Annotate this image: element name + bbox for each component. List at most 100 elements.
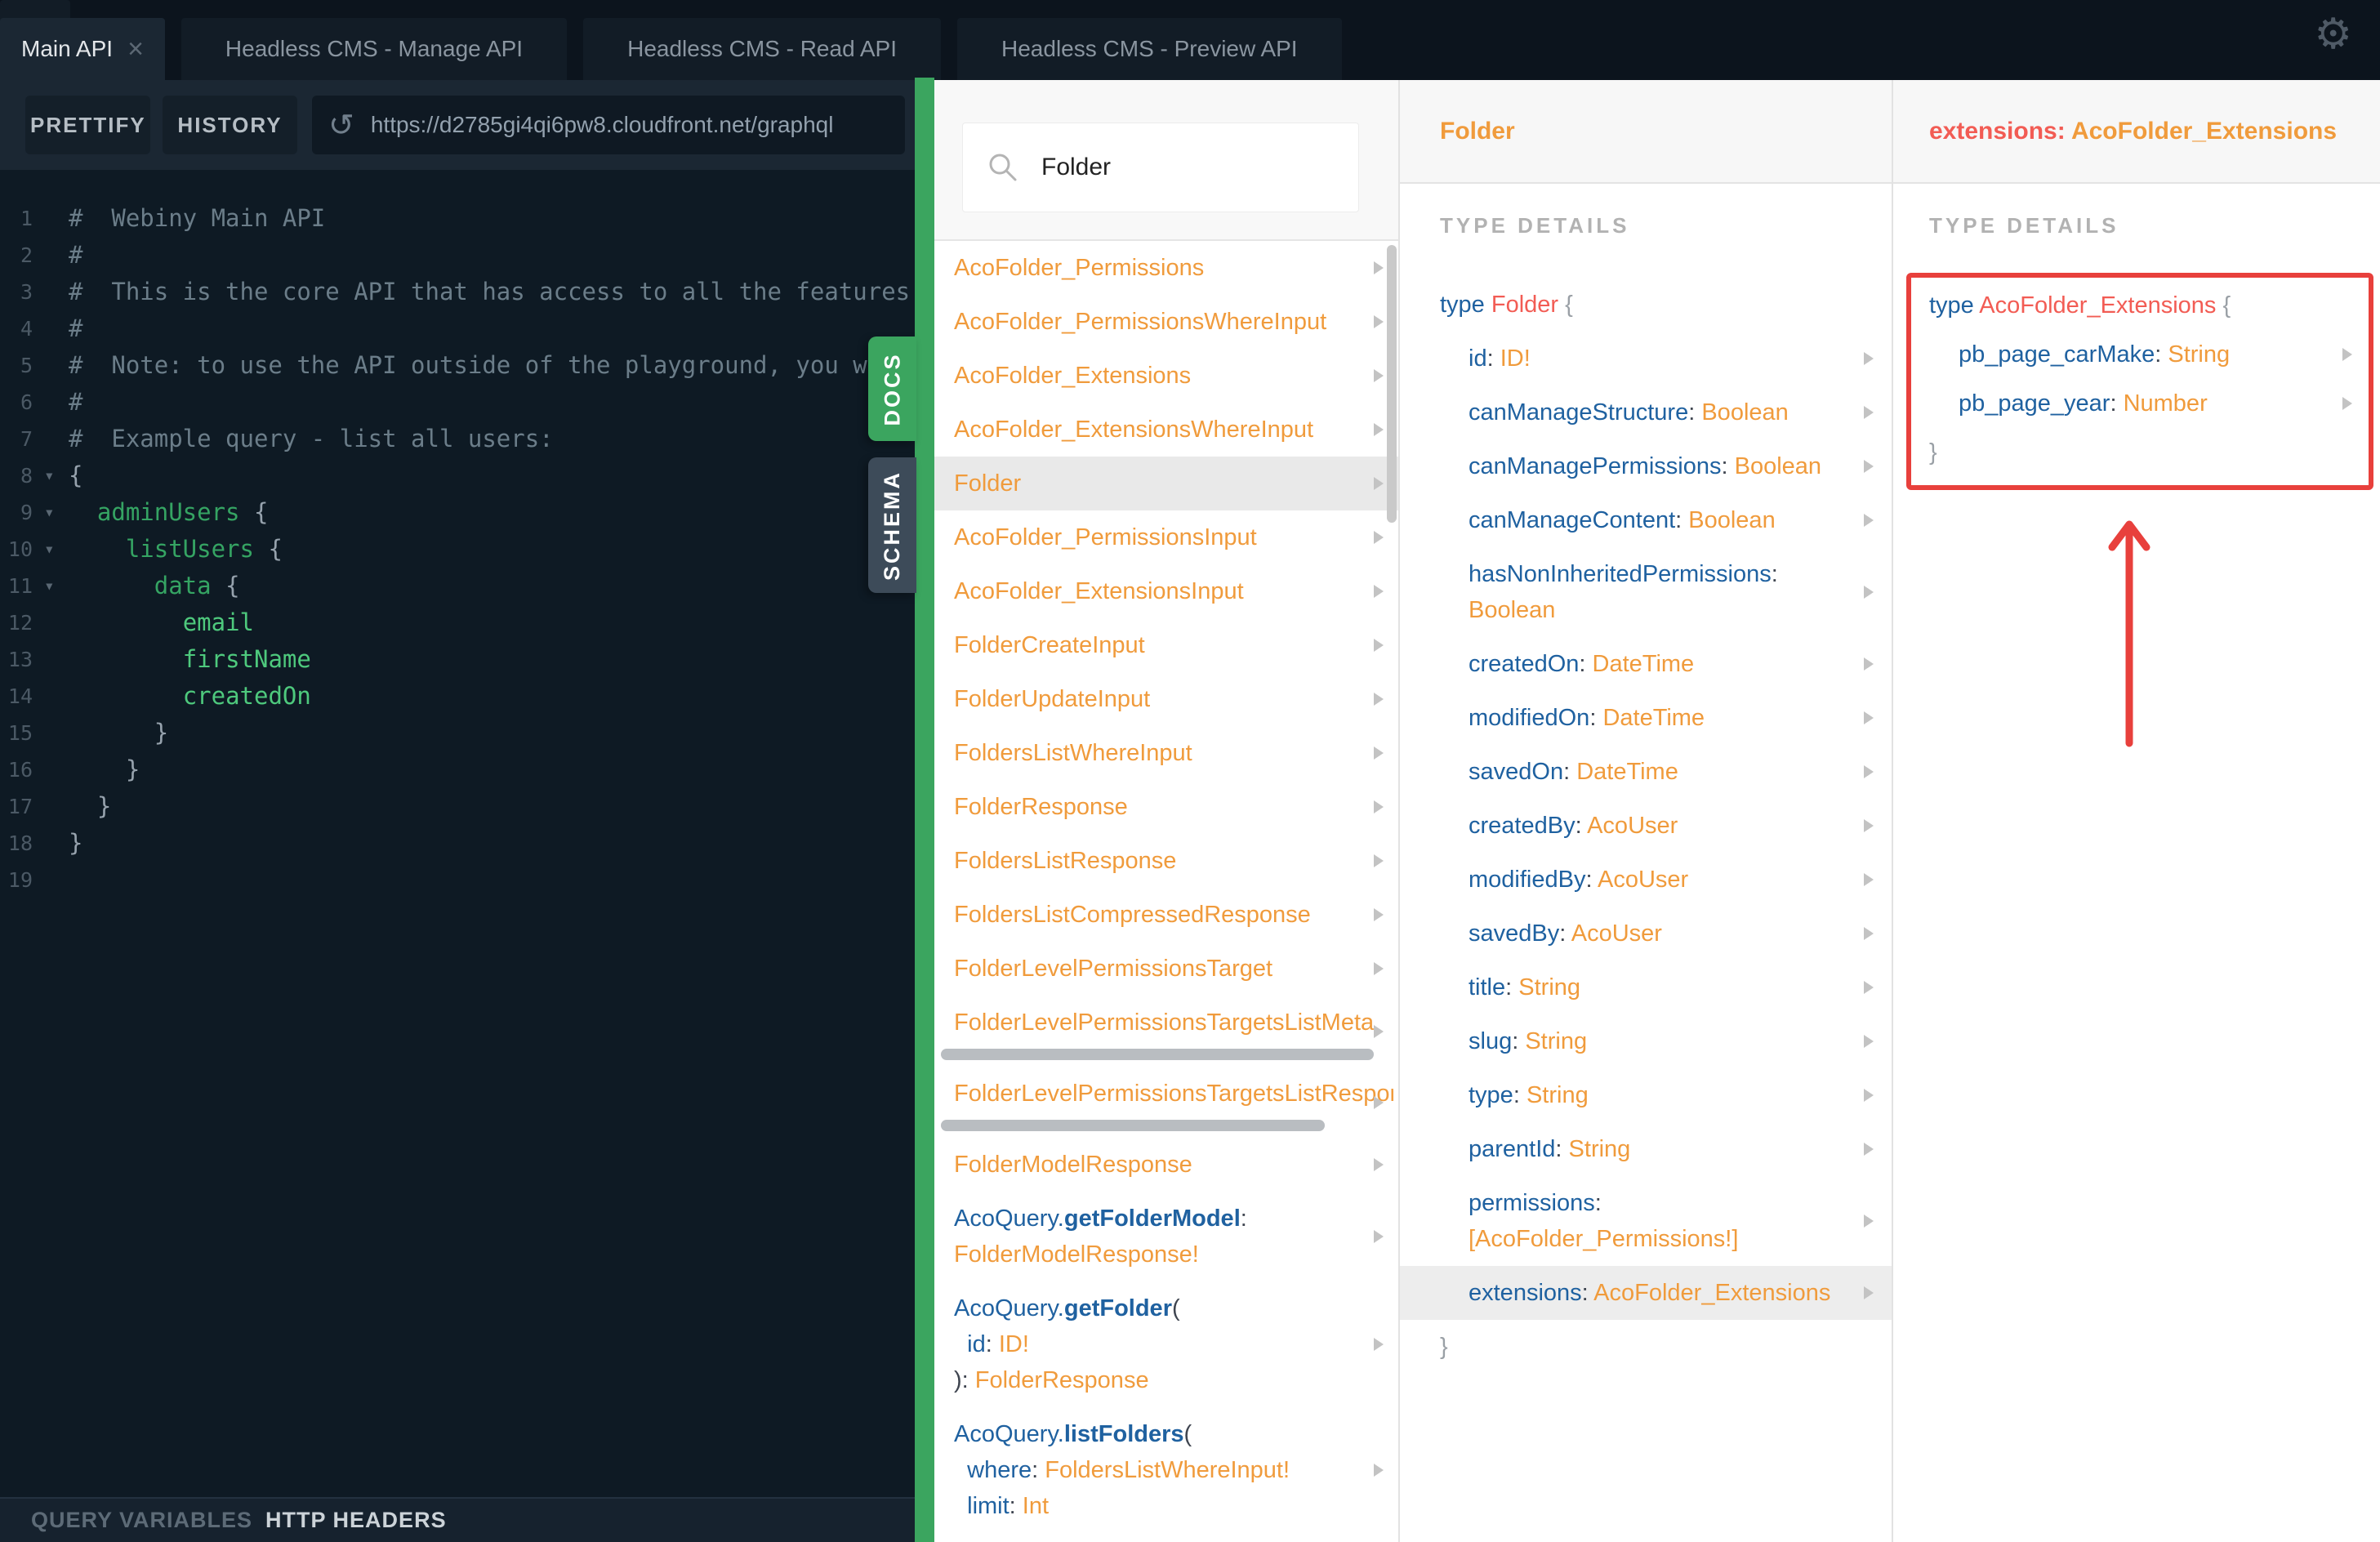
type-field-row[interactable]: } bbox=[1911, 428, 2369, 477]
line-number: 15 bbox=[7, 721, 33, 745]
docs-panel-divider[interactable] bbox=[915, 78, 934, 1542]
type-field-text: type AcoFolder_Extensions { bbox=[1929, 292, 2231, 319]
type-list-item[interactable]: AcoFolder_ExtensionsInput bbox=[934, 564, 1398, 618]
chevron-right-icon bbox=[1864, 1214, 1874, 1228]
type-list-item-label: AcoFolder_ExtensionsWhereInput bbox=[954, 417, 1314, 443]
fold-arrow-icon[interactable]: ▾ bbox=[44, 531, 55, 568]
endpoint-url-input[interactable] bbox=[368, 111, 889, 139]
type-field-row[interactable]: extensions: AcoFolder_Extensions bbox=[1400, 1266, 1892, 1320]
type-list-item[interactable]: AcoFolder_Extensions bbox=[934, 349, 1398, 403]
docs-tab[interactable]: DOCS bbox=[868, 336, 916, 441]
code-text: listUsers { bbox=[125, 535, 283, 563]
type-list-item[interactable]: FoldersListResponse bbox=[934, 834, 1398, 888]
type-field-row[interactable]: hasNonInheritedPermissions: Boolean bbox=[1400, 547, 1892, 637]
type-field-row[interactable]: savedBy: AcoUser bbox=[1400, 907, 1892, 960]
type-field-row[interactable]: createdOn: DateTime bbox=[1400, 637, 1892, 691]
type-list-item[interactable]: AcoFolder_ExtensionsWhereInput bbox=[934, 403, 1398, 457]
vertical-scrollbar[interactable] bbox=[1387, 245, 1397, 523]
type-list-item[interactable]: FolderUpdateInput bbox=[934, 672, 1398, 726]
query-variables-tab[interactable]: QUERY VARIABLES bbox=[31, 1508, 252, 1533]
type-list-item[interactable]: FolderModelResponse bbox=[934, 1138, 1398, 1192]
reload-icon[interactable]: ↺ bbox=[328, 107, 354, 143]
fold-arrow-icon[interactable]: ▾ bbox=[44, 568, 55, 604]
type-list-item-label: FolderLevelPermissionsTargetsListRespons… bbox=[954, 1081, 1393, 1107]
type-list-item-label: AcoFolder_PermissionsInput bbox=[954, 524, 1257, 550]
type-field-text: canManagePermissions: Boolean bbox=[1469, 453, 1822, 479]
type-field-row[interactable]: type Folder { bbox=[1400, 278, 1892, 332]
api-tab[interactable]: Main API × bbox=[0, 18, 165, 80]
query-editor[interactable]: 1 # Webiny Main API 2 # 3 # This is the … bbox=[0, 170, 915, 1497]
type-field-row[interactable]: modifiedBy: AcoUser bbox=[1400, 853, 1892, 907]
type-field-row[interactable]: canManagePermissions: Boolean bbox=[1400, 439, 1892, 493]
close-icon[interactable]: × bbox=[127, 35, 144, 63]
prettify-button[interactable]: PRETTIFY bbox=[25, 96, 150, 154]
chevron-right-icon bbox=[1864, 927, 1874, 940]
type-list-item[interactable]: Folder bbox=[934, 457, 1398, 510]
type-list-item[interactable]: AcoQuery.listFolders( where: FoldersList… bbox=[934, 1407, 1398, 1533]
editor-line: 13 firstName bbox=[0, 641, 915, 678]
editor-line: 8 ▾ { bbox=[0, 457, 915, 494]
type-list-item[interactable]: AcoFolder_PermissionsInput bbox=[934, 510, 1398, 564]
type-list: AcoFolder_Permissions AcoFolder_Permissi… bbox=[934, 241, 1398, 1533]
type-list-item[interactable]: FolderLevelPermissionsTarget bbox=[934, 942, 1398, 996]
code-text: # bbox=[69, 388, 83, 416]
line-number: 12 bbox=[7, 611, 33, 635]
chevron-right-icon bbox=[1864, 819, 1874, 832]
type-field-row[interactable]: parentId: String bbox=[1400, 1122, 1892, 1176]
fold-arrow-icon[interactable]: ▾ bbox=[44, 494, 55, 531]
code-text: firstName bbox=[182, 645, 311, 673]
line-number: 7 bbox=[20, 427, 33, 451]
type-field-row[interactable]: title: String bbox=[1400, 960, 1892, 1014]
search-input[interactable] bbox=[1040, 153, 1342, 182]
code-text: createdOn bbox=[182, 682, 311, 710]
type-field-row[interactable]: type: String bbox=[1400, 1068, 1892, 1122]
type-list-item[interactable]: AcoFolder_PermissionsWhereInput bbox=[934, 295, 1398, 349]
annotation-highlight-box: type AcoFolder_Extensions { pb_page_carM… bbox=[1906, 273, 2373, 490]
schema-tab[interactable]: SCHEMA bbox=[868, 457, 916, 593]
type-list-item[interactable]: FoldersListWhereInput bbox=[934, 726, 1398, 780]
type-field-text: hasNonInheritedPermissions: Boolean bbox=[1469, 561, 1778, 623]
api-tab[interactable]: Headless CMS - Read API bbox=[583, 18, 942, 80]
chevron-right-icon bbox=[1864, 514, 1874, 527]
type-field-row[interactable]: slug: String bbox=[1400, 1014, 1892, 1068]
editor-line: 5 # Note: to use the API outside of the … bbox=[0, 347, 915, 384]
type-list-item[interactable]: AcoQuery.getFolderModel: FolderModelResp… bbox=[934, 1192, 1398, 1281]
type-field-row[interactable]: modifiedOn: DateTime bbox=[1400, 691, 1892, 745]
horizontal-scrollbar[interactable] bbox=[941, 1049, 1374, 1060]
type-field-row[interactable]: permissions: [AcoFolder_Permissions!] bbox=[1400, 1176, 1892, 1266]
http-headers-tab[interactable]: HTTP HEADERS bbox=[265, 1508, 447, 1533]
api-tab[interactable]: Headless CMS - Preview API bbox=[957, 18, 1342, 80]
section-label: TYPE DETAILS bbox=[1440, 213, 1630, 238]
endpoint-url-bar[interactable]: ↺ bbox=[312, 96, 905, 154]
editor-line: 16 } bbox=[0, 751, 915, 788]
editor-line: 3 # This is the core API that has access… bbox=[0, 274, 915, 310]
chevron-right-icon bbox=[1374, 423, 1384, 436]
toolbar: PRETTIFY HISTORY ↺ bbox=[0, 80, 915, 170]
search-box[interactable] bbox=[962, 123, 1359, 212]
gear-icon[interactable]: ⚙ bbox=[2314, 10, 2352, 59]
type-field-row[interactable]: canManageContent: Boolean bbox=[1400, 493, 1892, 547]
api-tab[interactable]: Headless CMS - Manage API bbox=[181, 18, 568, 80]
type-field-row[interactable]: pb_page_carMake: String bbox=[1911, 330, 2369, 379]
type-definition: type AcoFolder_Extensions { pb_page_carM… bbox=[1911, 281, 2369, 477]
type-list-item[interactable]: FolderLevelPermissionsTargetsListRespons… bbox=[934, 1067, 1398, 1138]
type-list-item[interactable]: AcoQuery.getFolder( id: ID! ): FolderRes… bbox=[934, 1281, 1398, 1407]
schema-tab-label: SCHEMA bbox=[880, 470, 905, 581]
type-list-item[interactable]: FoldersListCompressedResponse bbox=[934, 888, 1398, 942]
type-field-row[interactable]: createdBy: AcoUser bbox=[1400, 799, 1892, 853]
chevron-right-icon bbox=[1374, 585, 1384, 598]
type-field-row[interactable]: canManageStructure: Boolean bbox=[1400, 386, 1892, 439]
type-field-row[interactable]: savedOn: DateTime bbox=[1400, 745, 1892, 799]
type-field-row[interactable]: pb_page_year: Number bbox=[1911, 379, 2369, 428]
history-button[interactable]: HISTORY bbox=[163, 96, 297, 154]
type-list-item[interactable]: FolderCreateInput bbox=[934, 618, 1398, 672]
type-field-row[interactable]: type AcoFolder_Extensions { bbox=[1911, 281, 2369, 330]
type-list-item[interactable]: FolderResponse bbox=[934, 780, 1398, 834]
type-list-item[interactable]: FolderLevelPermissionsTargetsListMeta bbox=[934, 996, 1398, 1067]
horizontal-scrollbar[interactable] bbox=[941, 1120, 1325, 1131]
type-panel-title: Folder bbox=[1440, 117, 1515, 145]
fold-arrow-icon[interactable]: ▾ bbox=[44, 457, 55, 494]
type-field-row[interactable]: } bbox=[1400, 1320, 1892, 1374]
type-field-row[interactable]: id: ID! bbox=[1400, 332, 1892, 386]
type-list-item[interactable]: AcoFolder_Permissions bbox=[934, 241, 1398, 295]
